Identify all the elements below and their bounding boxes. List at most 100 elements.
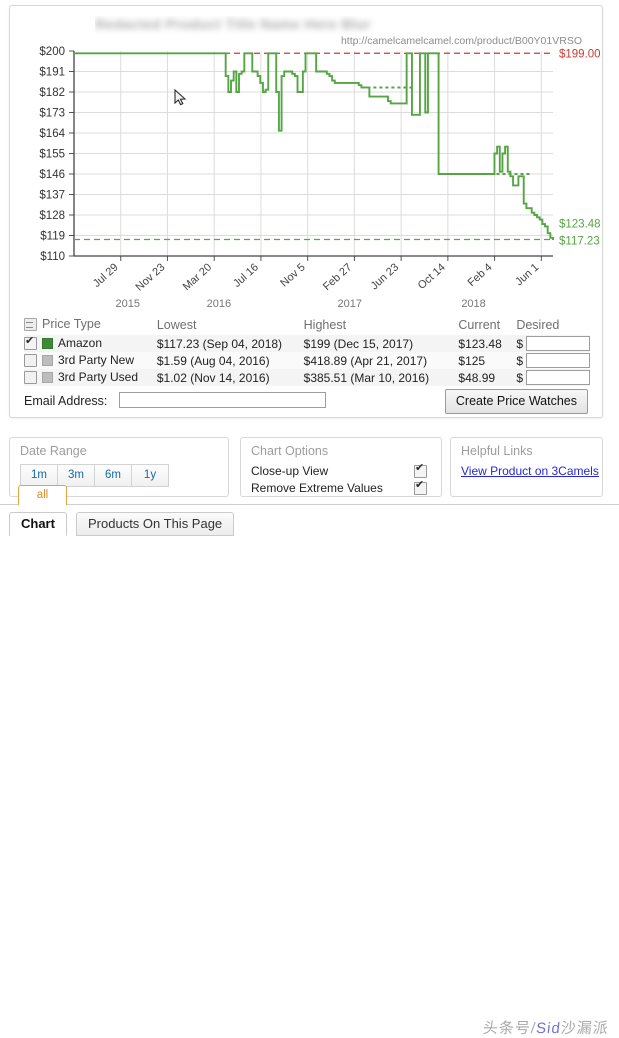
email-input[interactable]	[118, 392, 326, 408]
tab-products-on-this-page[interactable]: Products On This Page	[76, 512, 235, 536]
svg-text:$119: $119	[40, 231, 65, 243]
remove-extreme-values-checkbox[interactable]	[414, 478, 427, 495]
header-current: Current	[458, 317, 501, 332]
cell-lowest: $1.02 (Nov 14, 2016)	[156, 370, 270, 385]
date-range-button-3m[interactable]: 3m	[57, 464, 94, 487]
svg-text:2018: 2018	[461, 298, 485, 310]
table-row: 3rd Party New $1.59 (Aug 04, 2016) $418.89…	[24, 352, 590, 369]
series-color-swatch	[42, 338, 53, 349]
svg-text:Jul 16: Jul 16	[231, 261, 261, 290]
svg-text:$191: $191	[39, 67, 65, 79]
header-desired: Desired	[516, 317, 560, 332]
date-range-tab-all[interactable]: all	[18, 485, 67, 505]
header-lowest: Lowest	[156, 317, 197, 332]
close-up-view-checkbox[interactable]	[414, 461, 427, 478]
svg-text:$123.48: $123.48	[559, 218, 601, 230]
cell-highest: $199 (Dec 15, 2017)	[303, 336, 414, 351]
watermark-accent: Sid	[535, 1020, 562, 1037]
svg-text:$117.23: $117.23	[559, 236, 600, 248]
product-title-text: Redacted Product Title Name Here Blur	[95, 16, 371, 32]
cell-price-type: Amazon	[24, 334, 157, 352]
cell-desired: $	[516, 369, 590, 386]
bottom-tab-bar: Chart Products On This Page 头条号/Sid沙漏派	[0, 504, 619, 1037]
series-color-swatch	[42, 355, 53, 366]
svg-text:$199.00: $199.00	[559, 48, 601, 60]
svg-text:Oct 14: Oct 14	[416, 261, 448, 292]
cell-highest: $385.51 (Mar 10, 2016)	[303, 370, 430, 385]
chart-svg[interactable]: $200 $191 $182 $173 $164 $155 $146 $137 $128 $119…	[10, 34, 602, 316]
cell-lowest: $1.59 (Aug 04, 2016)	[156, 353, 270, 368]
tab-chart[interactable]: Chart	[9, 512, 67, 536]
svg-text:Feb 27: Feb 27	[321, 261, 354, 293]
price-history-chart[interactable]: $200 $191 $182 $173 $164 $155 $146 $137 $128 $119…	[10, 34, 602, 316]
email-row: Email Address:	[24, 392, 326, 408]
view-product-on-3camels-link[interactable]: View Product on 3Camels	[461, 464, 599, 478]
cell-current: $125	[458, 353, 486, 368]
email-label: Email Address:	[24, 394, 108, 408]
helpful-links-panel: Helpful Links View Product on 3Camels	[450, 437, 603, 497]
cell-price-type: 3rd Party New	[24, 352, 157, 369]
create-price-watches-button[interactable]: Create Price Watches	[444, 389, 588, 414]
watermark-suffix: 沙漏派	[559, 1020, 610, 1037]
table-row: Amazon $117.23 (Sep 04, 2018) $199 (Dec 15…	[24, 334, 590, 352]
desired-price-input[interactable]	[526, 336, 590, 351]
svg-text:Jul 29: Jul 29	[91, 261, 121, 290]
series-color-swatch	[42, 372, 53, 383]
price-type-checkbox[interactable]	[24, 371, 37, 384]
chart-options-title: Chart Options	[251, 444, 329, 458]
header-price-type: Price Type	[24, 316, 157, 335]
svg-text:Mar 20: Mar 20	[181, 261, 214, 293]
price-history-card: Redacted Product Title Name Here Blur ht…	[9, 5, 603, 418]
svg-text:Jun 1: Jun 1	[513, 261, 541, 288]
header-highest: Highest	[303, 317, 347, 332]
svg-text:Feb 4: Feb 4	[466, 261, 495, 289]
table-header-row: Price Type Lowest Highest Current Desire…	[24, 316, 590, 335]
helpful-links-title: Helpful Links	[461, 444, 533, 458]
cell-price-type: 3rd Party Used	[24, 369, 157, 386]
svg-text:$200: $200	[39, 46, 65, 58]
option-remove-extreme-values[interactable]: Remove Extreme Values	[251, 478, 431, 495]
svg-text:$182: $182	[39, 87, 65, 99]
date-range-button-group[interactable]: 1m 3m 6m 1y	[20, 464, 169, 487]
cell-desired: $	[516, 335, 590, 352]
price-type-table: Price Type Lowest Highest Current Desire…	[24, 316, 590, 386]
svg-text:$146: $146	[39, 169, 65, 181]
camelcamelcamel-price-history-page: Redacted Product Title Name Here Blur ht…	[0, 0, 619, 1037]
svg-text:$155: $155	[39, 149, 65, 161]
svg-text:2016: 2016	[207, 298, 231, 310]
chart-options-panel: Chart Options Close-up View Remove Extre…	[240, 437, 442, 497]
svg-text:$110: $110	[40, 251, 65, 263]
date-range-button-1y[interactable]: 1y	[131, 464, 169, 487]
cell-current: $48.99	[458, 370, 496, 385]
svg-text:$164: $164	[39, 128, 65, 140]
cell-highest: $418.89 (Apr 21, 2017)	[303, 353, 428, 368]
date-range-button-1m[interactable]: 1m	[20, 464, 57, 487]
svg-text:2015: 2015	[115, 298, 139, 310]
svg-text:2017: 2017	[337, 298, 361, 310]
watermark: 头条号/Sid沙漏派	[482, 1017, 610, 1038]
svg-text:$128: $128	[39, 210, 65, 222]
svg-text:Nov 23: Nov 23	[134, 261, 168, 293]
price-type-label: 3rd Party Used	[58, 370, 139, 384]
date-range-title: Date Range	[20, 444, 87, 458]
desired-price-input[interactable]	[526, 370, 590, 385]
cell-lowest: $117.23 (Sep 04, 2018)	[156, 336, 283, 351]
svg-text:Jun 23: Jun 23	[369, 261, 402, 292]
desired-price-input[interactable]	[526, 353, 590, 368]
option-close-up-view[interactable]: Close-up View	[251, 461, 431, 478]
option-close-up-view-label: Close-up View	[251, 464, 329, 478]
desired-currency-symbol: $	[516, 371, 523, 385]
cell-desired: $	[516, 352, 590, 369]
price-type-checkbox[interactable]	[24, 334, 37, 350]
svg-text:$137: $137	[39, 190, 65, 202]
date-range-button-6m[interactable]: 6m	[94, 464, 131, 487]
select-all-checkbox[interactable]	[24, 318, 37, 331]
option-remove-extreme-values-label: Remove Extreme Values	[251, 481, 383, 495]
price-type-checkbox[interactable]	[24, 354, 37, 367]
desired-currency-symbol: $	[516, 337, 523, 351]
cell-current: $123.48	[458, 336, 502, 351]
watermark-prefix: 头条号	[482, 1020, 532, 1037]
desired-currency-symbol: $	[516, 354, 523, 368]
table-row: 3rd Party Used $1.02 (Nov 14, 2016) $385.5…	[24, 369, 590, 386]
svg-text:Nov 5: Nov 5	[278, 261, 307, 289]
